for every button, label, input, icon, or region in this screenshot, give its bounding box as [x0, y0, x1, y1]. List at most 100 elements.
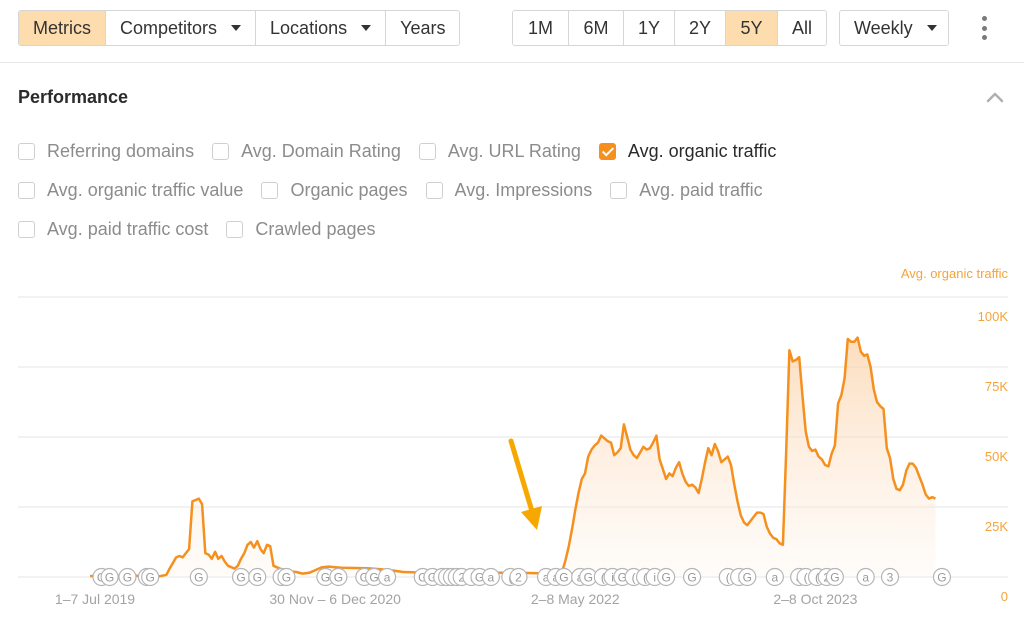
chevron-down-icon	[361, 25, 372, 31]
event-marker[interactable]: a	[377, 567, 397, 587]
checkbox-organic-pages[interactable]: Organic pages	[261, 180, 408, 201]
tab-competitors[interactable]: Competitors	[106, 11, 257, 45]
y-tick-label: 50K	[985, 449, 1008, 464]
frequency-select[interactable]: Weekly	[840, 11, 948, 45]
tab-locations[interactable]: Locations	[256, 11, 387, 45]
checkbox-referring-domains[interactable]: Referring domains	[18, 141, 194, 162]
chevron-down-icon	[926, 25, 937, 31]
event-marker[interactable]: G	[657, 567, 676, 587]
event-marker[interactable]: G	[329, 567, 348, 587]
chevron-up-icon[interactable]	[986, 90, 1004, 104]
x-tick-label: 2–8 May 2022	[531, 591, 620, 607]
checkbox-unchecked-icon[interactable]	[18, 182, 35, 199]
range-6m-button[interactable]: 6M	[569, 11, 624, 45]
checkbox-avg-organic-traffic[interactable]: Avg. organic traffic	[598, 141, 777, 162]
checkbox-unchecked-icon[interactable]	[226, 221, 244, 238]
checkbox-unchecked-icon[interactable]	[610, 182, 628, 199]
x-tick-label: 2–8 Oct 2023	[773, 591, 857, 607]
more-vertical-icon[interactable]	[978, 16, 990, 40]
chevron-down-icon	[231, 25, 242, 31]
annotation-arrow-icon	[508, 438, 542, 530]
event-marker[interactable]: a	[856, 567, 875, 587]
range-1m-button[interactable]: 1M	[513, 11, 569, 45]
range-all-button[interactable]: All	[778, 11, 826, 45]
checkbox-avg-domain-rating[interactable]: Avg. Domain Rating	[212, 141, 401, 162]
checkbox-label: Referring domains	[47, 141, 195, 161]
event-marker[interactable]: G	[141, 567, 160, 587]
event-marker-label: G	[584, 571, 593, 585]
checkbox-checked-icon[interactable]	[598, 143, 616, 160]
y-tick-label: 25K	[985, 519, 1008, 534]
checkbox-unchecked-icon[interactable]	[18, 143, 35, 160]
event-marker[interactable]: G	[932, 567, 952, 587]
event-marker-label: a	[771, 571, 778, 585]
metric-row: Avg. paid traffic cost Crawled pages	[18, 219, 394, 240]
checkbox-unchecked-icon[interactable]	[425, 182, 443, 199]
event-marker[interactable]: G	[682, 567, 702, 587]
y-tick-label: 0	[1001, 589, 1008, 604]
tab-label: Years	[400, 18, 446, 38]
tab-label: Locations	[270, 18, 348, 38]
checkbox-avg-url-rating[interactable]: Avg. URL Rating	[418, 141, 581, 162]
checkbox-avg-paid-traffic[interactable]: Avg. paid traffic	[610, 180, 763, 201]
event-marker-label: a	[384, 571, 391, 585]
range-1y-button[interactable]: 1Y	[624, 11, 675, 45]
checkbox-avg-organic-traffic-value[interactable]: Avg. organic traffic value	[18, 180, 243, 201]
event-marker-label: 2	[515, 571, 522, 585]
checkbox-label: Crawled pages	[255, 219, 376, 239]
event-marker-label: (	[726, 571, 730, 585]
frequency-value: Weekly	[854, 18, 913, 38]
event-marker[interactable]: G	[277, 567, 296, 587]
event-marker[interactable]: G	[118, 567, 137, 587]
event-marker-label: G	[743, 571, 752, 585]
event-marker-label: a	[488, 571, 495, 585]
event-marker[interactable]: G	[189, 567, 208, 587]
event-marker[interactable]: G	[825, 567, 844, 587]
range-5y-button[interactable]: 5Y	[726, 11, 778, 45]
event-marker[interactable]: 2	[509, 567, 528, 587]
frequency-dropdown[interactable]: Weekly	[839, 10, 949, 46]
tab-years[interactable]: Years	[386, 11, 460, 45]
event-marker-label: G	[145, 571, 154, 585]
event-marker[interactable]: G	[231, 567, 251, 587]
checkbox-label: Avg. organic traffic value	[47, 180, 244, 200]
event-marker[interactable]: G	[100, 567, 119, 587]
series-area	[90, 337, 936, 577]
checkbox-crawled-pages[interactable]: Crawled pages	[226, 219, 376, 240]
event-marker-label: G	[937, 571, 946, 585]
x-tick-label: 30 Nov – 6 Dec 2020	[269, 591, 401, 607]
event-marker[interactable]: a	[765, 567, 784, 587]
tab-metrics[interactable]: Metrics	[19, 11, 106, 45]
event-marker-label: a	[862, 571, 869, 585]
checkbox-unchecked-icon[interactable]	[418, 143, 436, 160]
event-marker-label: G	[661, 571, 670, 585]
checkbox-unchecked-icon[interactable]	[261, 182, 279, 199]
section-title: Performance	[18, 87, 129, 107]
view-tabs: Metrics Competitors Locations Years	[18, 10, 461, 46]
checkbox-avg-impressions[interactable]: Avg. Impressions	[425, 180, 593, 201]
event-marker-label: G	[830, 571, 839, 585]
checkbox-label: Avg. organic traffic	[627, 141, 777, 161]
event-marker[interactable]: 3	[880, 567, 900, 587]
y-tick-label: 75K	[985, 379, 1008, 394]
event-marker[interactable]: G	[554, 567, 574, 587]
event-marker-label: G	[369, 571, 378, 585]
event-marker-label: G	[282, 571, 291, 585]
checkbox-unchecked-icon[interactable]	[212, 143, 230, 160]
event-marker-label: G	[334, 571, 343, 585]
range-2y-button[interactable]: 2Y	[675, 11, 726, 45]
event-marker-label: G	[253, 571, 262, 585]
tab-label: Metrics	[33, 18, 91, 38]
event-marker-label: G	[123, 571, 132, 585]
toolbar: Metrics Competitors Locations Years 1M 6M 1Y 2…	[0, 0, 1024, 63]
event-marker-label: G	[194, 571, 203, 585]
event-marker[interactable]: G	[738, 567, 757, 587]
checkbox-label: Avg. Impressions	[454, 180, 593, 200]
event-marker-label: 3	[887, 571, 894, 585]
checkbox-avg-paid-traffic-cost[interactable]: Avg. paid traffic cost	[18, 219, 208, 240]
checkbox-unchecked-icon[interactable]	[18, 221, 35, 238]
event-marker-label: G	[105, 571, 114, 585]
event-marker[interactable]: a	[481, 567, 500, 587]
chart-svg: GGGGGGGGGGGGGGaGGaa222iGa(2aaGaG(iG((iGG…	[18, 296, 1008, 607]
event-marker[interactable]: G	[248, 567, 267, 587]
